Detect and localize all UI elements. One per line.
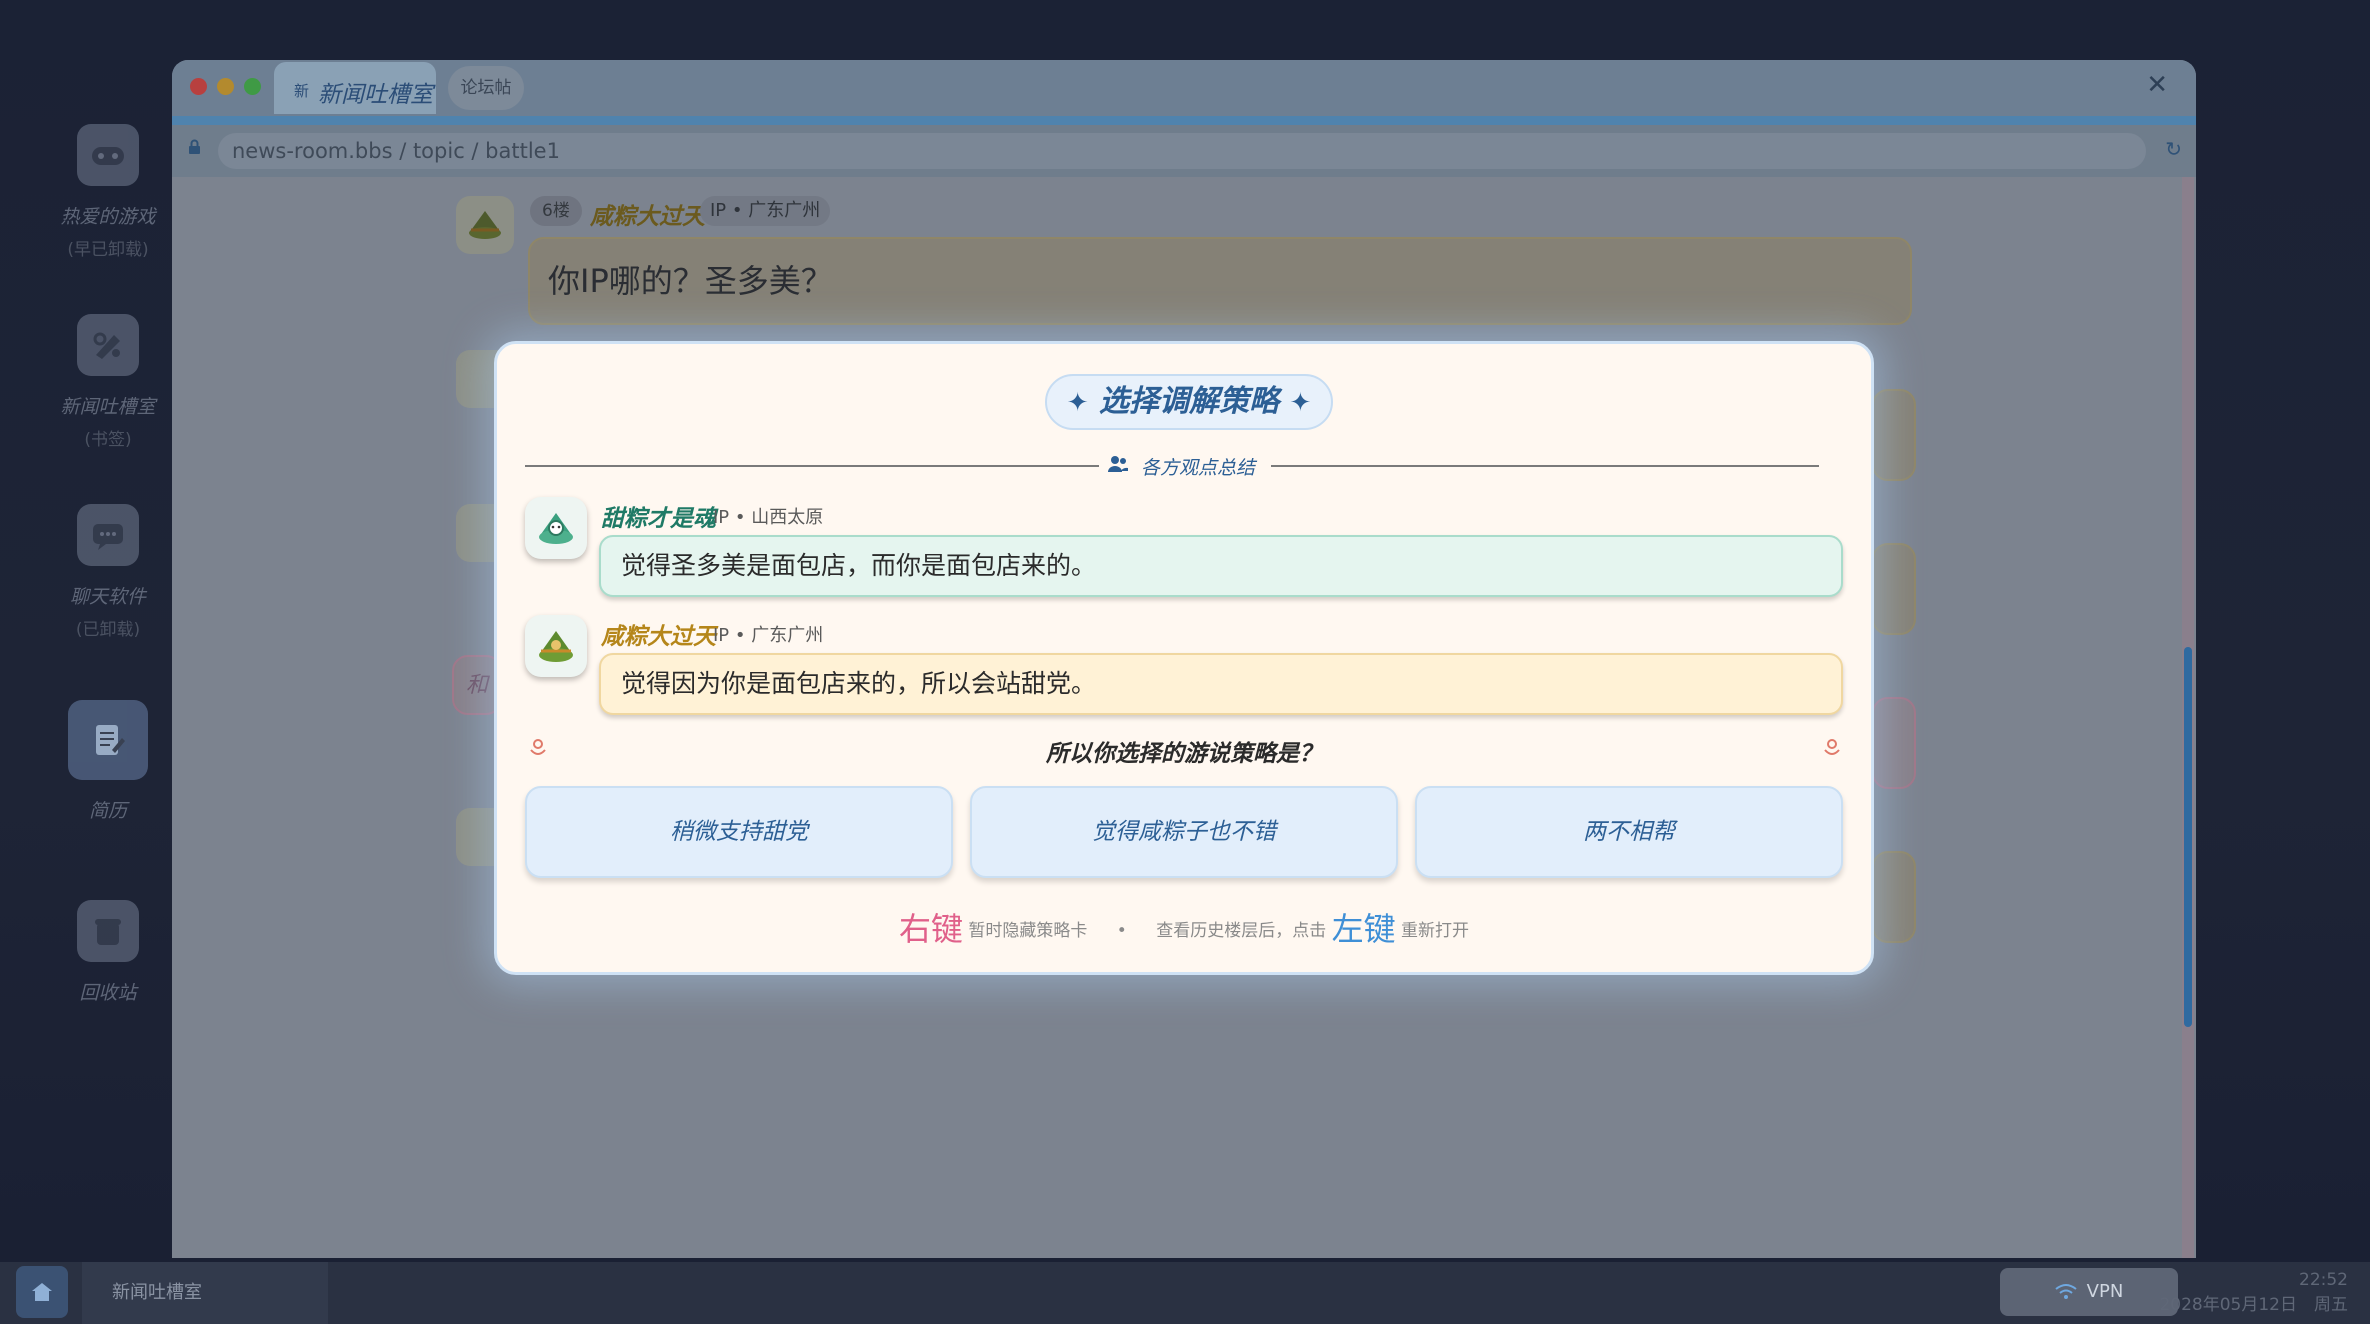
hint-separator: •	[1116, 921, 1127, 941]
post-tag-text: 和	[466, 673, 489, 698]
choice-salty-ok-button[interactable]: 觉得咸粽子也不错	[970, 786, 1398, 878]
post-bubble-ghost	[1872, 389, 1916, 481]
choice-support-sweet-button[interactable]: 稍微支持甜党	[525, 786, 953, 878]
taskbar-app-newsroom[interactable]: 新闻吐槽室	[82, 1262, 328, 1324]
hint-line: 右键 暂时隐藏策略卡 • 查看历史楼层后，点击 左键 重新打开	[497, 904, 1871, 950]
hint-left-text: 重新打开	[1401, 921, 1470, 941]
lock-icon	[189, 139, 200, 154]
view-author: 咸粽大过天	[601, 624, 716, 650]
modal-title: ✦ 选择调解策略 ✦	[1045, 374, 1333, 430]
sparkle-icon: ✦	[1066, 388, 1089, 418]
view-author: 甜粽才是魂	[601, 506, 716, 532]
desktop-icon-games[interactable]: 热爱的游戏 (早已卸载)	[44, 124, 172, 260]
desktop-icon-newsroom[interactable]: 新闻吐槽室 (书签)	[44, 314, 172, 450]
view-ip: IP • 山西太原	[713, 507, 824, 528]
sparkle-icon: ✦	[1289, 388, 1312, 418]
divider	[525, 465, 1099, 467]
desktop-icon-label: 回收站	[79, 982, 137, 1004]
url-field[interactable]: news-room.bbs / topic / battle1	[218, 133, 2146, 169]
desktop-icon-label: 新闻吐槽室	[60, 396, 156, 418]
resume-icon	[68, 700, 148, 780]
hint-left-prefix: 查看历史楼层后，点击	[1156, 921, 1327, 941]
taskbar: 新闻吐槽室 VPN 22:52 2028年05月12日 周五	[0, 1262, 2370, 1324]
post-bubble-ghost	[1872, 543, 1916, 635]
chat-icon	[77, 504, 139, 566]
home-icon	[32, 1283, 52, 1301]
hint-right-text: 暂时隐藏策略卡	[968, 921, 1088, 941]
desktop-icon-resume[interactable]: 简历	[44, 700, 172, 823]
tab-label: 新闻吐槽室	[318, 82, 433, 108]
people-icon	[1108, 456, 1128, 472]
post-bubble-ghost	[1872, 697, 1916, 789]
desktop-icon-sub: (书签)	[84, 430, 132, 450]
desktop-icon-trash[interactable]: 回收站	[44, 900, 172, 1005]
strategy-modal: ✦ 选择调解策略 ✦ 各方观点总结 甜粽才是魂 IP • 山西太原 觉得圣多美是…	[494, 341, 1874, 975]
start-button[interactable]	[16, 1266, 68, 1318]
desktop-icon-chat[interactable]: 聊天软件 (已卸载)	[44, 504, 172, 640]
floor-badge: 6楼	[530, 196, 582, 226]
scrollbar[interactable]	[2184, 647, 2192, 1027]
left-key-label: 左键	[1331, 910, 1396, 948]
right-key-label: 右键	[898, 910, 963, 948]
view-bubble: 觉得圣多美是面包店，而你是面包店来的。	[599, 535, 1843, 597]
tab-newsroom[interactable]: 新 新闻吐槽室	[274, 62, 436, 114]
vpn-label: VPN	[2086, 1281, 2124, 1302]
post-author: 咸粽大过天	[590, 204, 705, 230]
summary-label-text: 各方观点总结	[1141, 457, 1256, 479]
strategy-question: 所以你选择的游说策略是？	[1046, 741, 1322, 767]
minimize-dot[interactable]	[217, 78, 234, 95]
post-ip: IP • 广东广州	[700, 196, 831, 226]
newsroom-icon	[77, 314, 139, 376]
gamepad-icon	[77, 124, 139, 186]
salty-zongzi-avatar	[525, 615, 587, 677]
view-bubble: 觉得因为你是面包店来的，所以会站甜党。	[599, 653, 1843, 715]
accent-bar	[172, 116, 2196, 125]
tab-forum-post[interactable]: 论坛帖	[448, 66, 524, 110]
wifi-icon	[2055, 1284, 2077, 1299]
post-avatar	[456, 196, 514, 254]
desktop-icon-sub: (已卸载)	[75, 620, 141, 640]
flower-icon	[1824, 739, 1840, 755]
modal-title-text: 选择调解策略	[1099, 384, 1279, 419]
desktop-icon-label: 热爱的游戏	[60, 206, 156, 228]
divider	[1271, 465, 1819, 467]
reload-icon[interactable]: ↻	[2165, 137, 2182, 161]
choice-neutral-button[interactable]: 两不相帮	[1415, 786, 1843, 878]
tab-icon: 新	[294, 82, 310, 100]
post-bubble: 你IP哪的？圣多美？	[528, 237, 1912, 325]
close-dot[interactable]	[190, 78, 207, 95]
sweet-zongzi-avatar	[525, 497, 587, 559]
desktop-icon-sub: (早已卸载)	[67, 240, 149, 260]
title-bar: 新 新闻吐槽室 论坛帖 ✕	[172, 60, 2196, 116]
desktop-icon-label: 聊天软件	[69, 586, 146, 608]
clock: 22:52 2028年05月12日 周五	[2159, 1268, 2348, 1318]
desktop-icon-label: 简历	[88, 800, 127, 822]
maximize-dot[interactable]	[244, 78, 261, 95]
post-bubble-ghost	[1872, 851, 1916, 943]
view-ip: IP • 广东广州	[713, 625, 824, 646]
trash-icon	[77, 900, 139, 962]
address-bar: news-room.bbs / topic / battle1 ↻	[172, 125, 2196, 177]
close-window-icon[interactable]: ✕	[2146, 70, 2168, 100]
clock-date: 2028年05月12日 周五	[2159, 1295, 2348, 1315]
summary-label: 各方观点总结	[1107, 450, 1279, 480]
clock-time: 22:52	[2299, 1270, 2348, 1290]
vpn-button[interactable]: VPN	[2000, 1268, 2178, 1316]
